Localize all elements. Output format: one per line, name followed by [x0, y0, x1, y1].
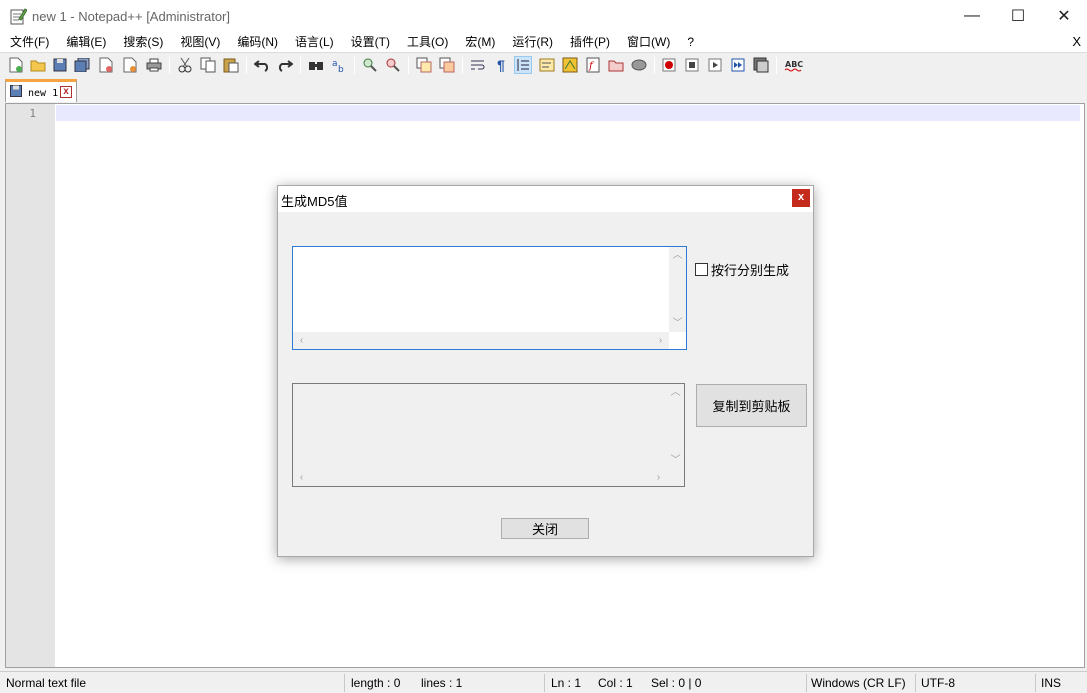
dialog-close-button[interactable]: x [792, 189, 810, 207]
close-window-button[interactable]: ✕ [1041, 0, 1087, 32]
svg-text:a: a [332, 59, 338, 69]
tab-bar: new 1 x [0, 77, 1087, 103]
close-document-button[interactable]: X [1072, 32, 1081, 52]
play-macro-icon[interactable] [706, 56, 724, 74]
undo-icon[interactable] [253, 56, 271, 74]
scroll-right-icon[interactable]: › [650, 469, 667, 486]
input-vertical-scrollbar[interactable]: ︿ ﹀ [669, 247, 686, 332]
monitoring-icon[interactable] [630, 56, 648, 74]
notepad-app-icon [10, 8, 27, 25]
maximize-button[interactable]: ☐ [995, 0, 1041, 32]
open-file-icon[interactable] [29, 56, 47, 74]
dialog-title: 生成MD5值 [281, 194, 348, 209]
scroll-up-icon[interactable]: ︿ [669, 247, 686, 264]
menu-plugins[interactable]: 插件(P) [560, 32, 617, 52]
toolbar: ab ¶ f ABC [0, 52, 1087, 77]
close-file-icon[interactable] [97, 56, 115, 74]
per-line-checkbox-label[interactable]: 按行分别生成 [711, 260, 789, 279]
scroll-down-icon[interactable]: ﹀ [667, 452, 684, 469]
menu-file[interactable]: 文件(F) [0, 32, 56, 52]
folder-workspace-icon[interactable] [607, 56, 625, 74]
svg-text:b: b [338, 65, 344, 73]
tab-new-1[interactable]: new 1 x [5, 79, 77, 102]
menu-tools[interactable]: 工具(O) [397, 32, 455, 52]
stop-macro-icon[interactable] [683, 56, 701, 74]
redo-icon[interactable] [276, 56, 294, 74]
function-list-icon[interactable]: f [584, 56, 602, 74]
record-macro-icon[interactable] [660, 56, 678, 74]
status-length: length : 0 [351, 676, 401, 690]
current-line-highlight [56, 105, 1080, 121]
cut-icon[interactable] [176, 56, 194, 74]
status-ln: Ln : 1 [551, 676, 582, 690]
menu-search[interactable]: 搜索(S) [113, 32, 170, 52]
sync-vertical-icon[interactable] [415, 56, 433, 74]
scroll-right-icon[interactable]: › [652, 332, 669, 349]
run-macro-multiple-icon[interactable] [729, 56, 747, 74]
dialog-close-action-button[interactable]: 关闭 [501, 518, 589, 539]
indent-guide-icon[interactable] [514, 56, 532, 74]
output-horizontal-scrollbar[interactable]: ‹ › [293, 469, 667, 486]
print-icon[interactable] [145, 56, 163, 74]
status-file-type: Normal text file [6, 676, 87, 690]
menu-window[interactable]: 窗口(W) [617, 32, 677, 52]
scroll-down-icon[interactable]: ﹀ [669, 315, 686, 332]
per-line-checkbox-row[interactable]: 按行分别生成 [695, 260, 789, 279]
save-macro-icon[interactable] [752, 56, 770, 74]
menu-view[interactable]: 视图(V) [170, 32, 227, 52]
dialog-title-bar: 生成MD5值 x [278, 186, 813, 212]
line-number-gutter: 1 [6, 104, 55, 667]
save-all-icon[interactable] [73, 56, 91, 74]
menu-encoding[interactable]: 编码(N) [227, 32, 285, 52]
zoom-in-icon[interactable] [361, 56, 379, 74]
menu-bar: 文件(F) 编辑(E) 搜索(S) 视图(V) 编码(N) 语言(L) 设置(T… [0, 32, 1087, 52]
menu-settings[interactable]: 设置(T) [341, 32, 397, 52]
status-insert-mode: INS [1041, 676, 1062, 690]
menu-help[interactable]: ? [677, 32, 701, 52]
zoom-out-icon[interactable] [384, 56, 402, 74]
md5-dialog: 生成MD5值 x ︿ ﹀ ‹ › 按行分别生成 ︿ ﹀ ‹ › 复制到剪贴板 关… [277, 185, 814, 557]
title-bar: new 1 - Notepad++ [Administrator] — ☐ ✕ [0, 0, 1087, 32]
status-sel: Sel : 0 | 0 [651, 676, 702, 690]
new-file-icon[interactable] [7, 56, 25, 74]
scroll-left-icon[interactable]: ‹ [293, 332, 310, 349]
input-horizontal-scrollbar[interactable]: ‹ › [293, 332, 669, 349]
paste-icon[interactable] [222, 56, 240, 74]
menu-language[interactable]: 语言(L) [285, 32, 341, 52]
status-eol: Windows (CR LF) [811, 676, 906, 690]
menu-macro[interactable]: 宏(M) [455, 32, 502, 52]
md5-output-textarea[interactable]: ︿ ﹀ ‹ › [292, 383, 685, 487]
status-bar: Normal text file length : 0 lines : 1 Ln… [0, 671, 1087, 693]
save-icon[interactable] [51, 56, 69, 74]
saved-file-icon [10, 85, 22, 97]
show-all-chars-icon[interactable]: ¶ [492, 56, 510, 74]
status-encoding: UTF-8 [921, 676, 955, 690]
window-title: new 1 - Notepad++ [Administrator] [32, 9, 230, 24]
scroll-left-icon[interactable]: ‹ [293, 469, 310, 486]
replace-icon[interactable]: ab [330, 56, 348, 74]
word-wrap-icon[interactable] [469, 56, 487, 74]
spell-check-icon[interactable]: ABC [783, 56, 805, 74]
svg-text:ABC: ABC [785, 60, 803, 69]
user-defined-language-icon[interactable] [538, 56, 556, 74]
line-number: 1 [29, 107, 36, 120]
copy-icon[interactable] [199, 56, 217, 74]
minimize-button[interactable]: — [949, 0, 995, 32]
menu-edit[interactable]: 编辑(E) [56, 32, 113, 52]
copy-to-clipboard-button[interactable]: 复制到剪贴板 [696, 384, 807, 427]
output-vertical-scrollbar[interactable]: ︿ ﹀ [667, 384, 684, 469]
status-lines: lines : 1 [421, 676, 463, 690]
per-line-checkbox[interactable] [695, 263, 708, 276]
scroll-up-icon[interactable]: ︿ [667, 384, 684, 401]
menu-run[interactable]: 运行(R) [502, 32, 560, 52]
document-map-icon[interactable] [561, 56, 579, 74]
status-col: Col : 1 [598, 676, 633, 690]
md5-input-textarea[interactable]: ︿ ﹀ ‹ › [292, 246, 687, 350]
tab-close-icon[interactable]: x [60, 86, 72, 98]
find-icon[interactable] [307, 56, 325, 74]
tab-label: new 1 [28, 88, 59, 99]
sync-horizontal-icon[interactable] [438, 56, 456, 74]
close-all-icon[interactable] [121, 56, 139, 74]
